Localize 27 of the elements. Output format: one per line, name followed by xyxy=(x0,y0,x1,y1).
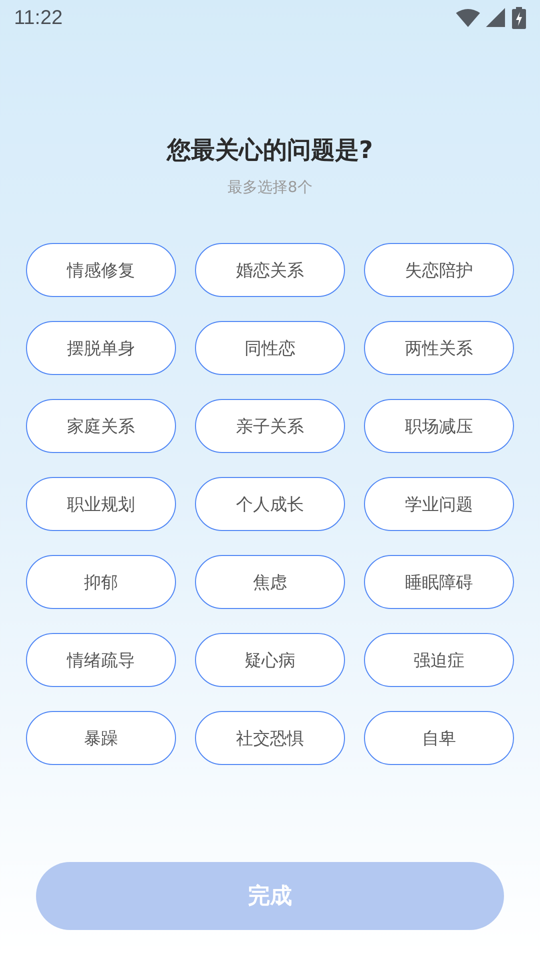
topic-chip[interactable]: 失恋陪护 xyxy=(364,243,514,297)
topic-chip[interactable]: 职场减压 xyxy=(364,399,514,453)
topic-chip[interactable]: 家庭关系 xyxy=(26,399,176,453)
topic-chip[interactable]: 摆脱单身 xyxy=(26,321,176,375)
topic-chip[interactable]: 情感修复 xyxy=(26,243,176,297)
topic-chip[interactable]: 情绪疏导 xyxy=(26,633,176,687)
hint-text: 最多选择8个 xyxy=(228,177,312,198)
wifi-icon xyxy=(456,8,480,28)
topic-chip[interactable]: 两性关系 xyxy=(364,321,514,375)
topic-chip[interactable]: 个人成长 xyxy=(195,477,345,531)
topic-chip[interactable]: 职业规划 xyxy=(26,477,176,531)
topic-chip[interactable]: 社交恐惧 xyxy=(195,711,345,765)
topic-chip[interactable]: 婚恋关系 xyxy=(195,243,345,297)
topic-chip[interactable]: 疑心病 xyxy=(195,633,345,687)
topic-chip[interactable]: 亲子关系 xyxy=(195,399,345,453)
topic-chip[interactable]: 自卑 xyxy=(364,711,514,765)
topic-chip[interactable]: 强迫症 xyxy=(364,633,514,687)
topic-chip[interactable]: 焦虑 xyxy=(195,555,345,609)
topic-chip[interactable]: 暴躁 xyxy=(26,711,176,765)
topic-chip[interactable]: 同性恋 xyxy=(195,321,345,375)
topic-chip[interactable]: 学业问题 xyxy=(364,477,514,531)
topic-chip[interactable]: 睡眠障碍 xyxy=(364,555,514,609)
battery-icon xyxy=(512,7,526,29)
page-title: 您最关心的问题是? xyxy=(167,135,373,166)
topic-chip[interactable]: 抑郁 xyxy=(26,555,176,609)
signal-icon xyxy=(486,8,506,28)
status-time: 11:22 xyxy=(14,6,63,30)
